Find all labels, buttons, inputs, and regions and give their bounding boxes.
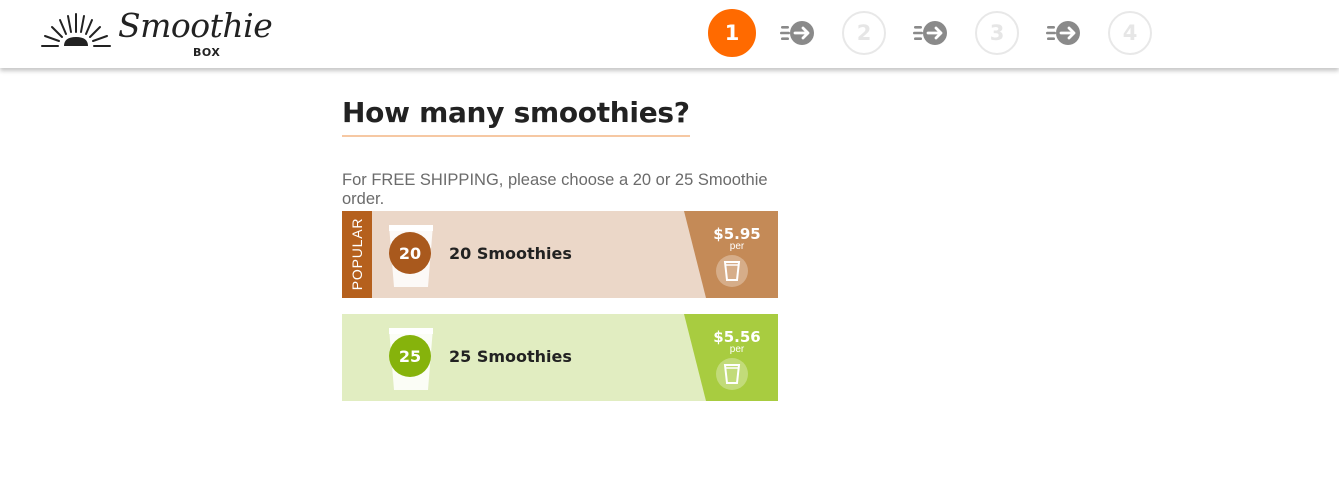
page-title: How many smoothies?	[342, 96, 690, 137]
step-3[interactable]: 3	[975, 11, 1019, 55]
cup-icon	[716, 255, 748, 287]
sunrise-icon	[41, 13, 111, 47]
option-20-smoothies[interactable]: POPULAR 20 20 Smoothies $5.95 per	[342, 211, 778, 298]
count-badge: 20	[389, 232, 431, 274]
arrow-right-icon	[780, 21, 814, 45]
per-label: per	[729, 241, 745, 252]
price-panel: $5.95 per	[684, 211, 778, 298]
shipping-note: For FREE SHIPPING, please choose a 20 or…	[342, 171, 768, 208]
per-label: per	[729, 344, 745, 355]
step-2[interactable]: 2	[842, 11, 886, 55]
popular-tag: POPULAR	[342, 211, 372, 298]
step-1[interactable]: 1	[708, 9, 756, 57]
logo-script-text: Smoothie	[118, 6, 273, 45]
option-label: 25 Smoothies	[449, 347, 572, 366]
price-panel: $5.56 per	[684, 314, 778, 401]
count-badge: 25	[389, 335, 431, 377]
popular-tag-label: POPULAR	[349, 217, 365, 291]
cup-icon	[716, 358, 748, 390]
smoothie-box-logo[interactable]: Smoothie BOX	[40, 4, 273, 64]
logo-box-text: BOX	[193, 46, 221, 59]
main-content: How many smoothies? For FREE SHIPPING, p…	[342, 96, 782, 401]
option-label: 20 Smoothies	[449, 244, 572, 263]
arrow-right-icon	[913, 21, 947, 45]
arrow-right-icon	[1046, 21, 1080, 45]
header: Smoothie BOX 1 2 3 4	[0, 0, 1339, 68]
step-4[interactable]: 4	[1108, 11, 1152, 55]
option-25-smoothies[interactable]: 25 25 Smoothies $5.56 per	[342, 314, 778, 401]
